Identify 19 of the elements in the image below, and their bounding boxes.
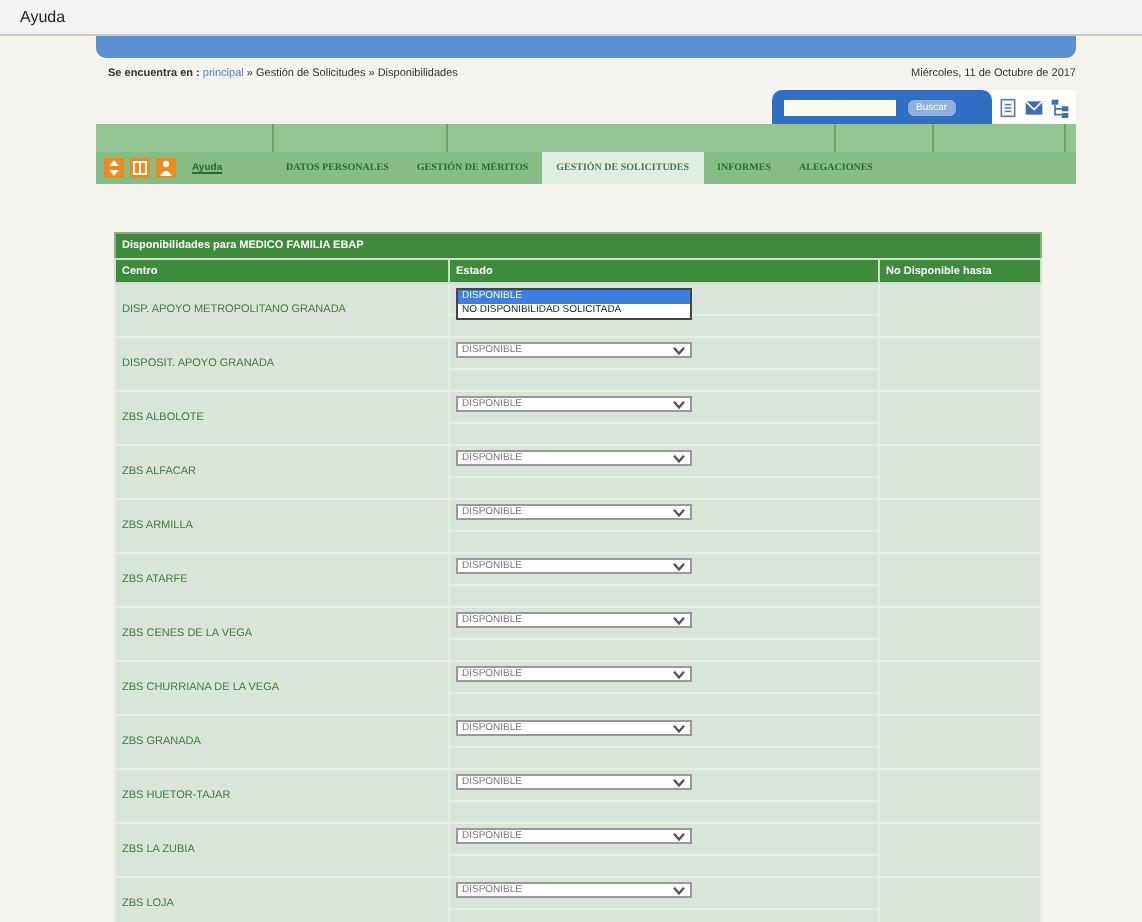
person-icon[interactable] [156, 158, 176, 178]
caret-icon [672, 885, 686, 895]
caret-icon [672, 345, 686, 355]
mail-icon[interactable] [1024, 97, 1044, 117]
caret-icon [672, 777, 686, 787]
caret-icon [672, 507, 686, 517]
up-down-icon[interactable] [104, 158, 124, 178]
caret-icon [672, 453, 686, 463]
caret-icon [672, 723, 686, 733]
grid-icon[interactable] [130, 158, 150, 178]
sitemap-icon[interactable] [1050, 97, 1070, 117]
caret-icon [672, 561, 686, 571]
search-field[interactable] [784, 99, 896, 115]
caret-icon [672, 831, 686, 841]
document-icon[interactable] [998, 97, 1018, 117]
caret-icon [672, 399, 686, 409]
menu-item[interactable]: Ayuda [20, 8, 66, 26]
caret-icon [672, 615, 686, 625]
caret-icon [672, 669, 686, 679]
